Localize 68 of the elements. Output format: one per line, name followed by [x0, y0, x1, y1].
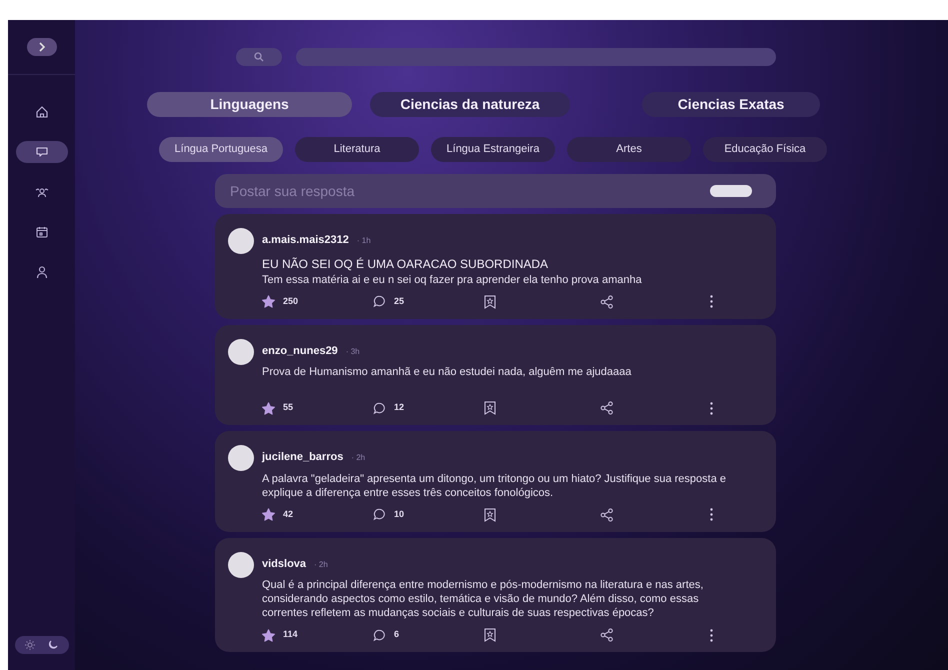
search-icon	[254, 52, 264, 62]
star-icon[interactable]	[262, 508, 275, 521]
star-icon[interactable]	[262, 295, 275, 308]
star-count: 55	[283, 401, 294, 414]
comment-count: 6	[394, 628, 400, 642]
subject-chip[interactable]: Educação Física	[703, 137, 827, 162]
theme-toggle[interactable]	[14, 636, 68, 654]
category-tab[interactable]: Ciencias Exatas	[642, 92, 820, 117]
chevron-right-icon	[38, 42, 46, 52]
comment-icon[interactable]	[373, 402, 386, 414]
bookmark-icon[interactable]	[484, 508, 496, 522]
comment-icon[interactable]	[373, 508, 386, 521]
chat-bubble-icon	[34, 145, 48, 159]
avatar	[228, 552, 254, 578]
share-icon[interactable]	[600, 628, 614, 642]
avatar	[228, 338, 254, 364]
post-body: Qual é a principal diferença entre modernismo e pós-modernismo na literatura e nas artes, considerando aspectos como estilo, temática e visão de mundo? Além disso, como essas correntes refletem as mudanças sociais e culturais de suas respectivas épocas?	[262, 578, 704, 620]
star-icon[interactable]	[262, 402, 275, 414]
more-icon[interactable]	[710, 508, 713, 521]
post-time: · 1h	[356, 235, 371, 247]
username[interactable]: jucilene_barros	[262, 449, 344, 466]
comment-count: 10	[394, 508, 404, 521]
comment-icon[interactable]	[373, 295, 386, 308]
username[interactable]: enzo_nunes29	[262, 342, 338, 359]
comment-count: 12	[394, 401, 404, 414]
post-time: · 3h	[346, 346, 360, 358]
bookmark-icon[interactable]	[484, 294, 496, 308]
subject-chip[interactable]: Língua Estrangeira	[431, 137, 555, 162]
more-icon[interactable]	[710, 628, 713, 642]
star-count: 42	[283, 508, 294, 521]
person-icon	[34, 265, 48, 279]
post-time: · 2h	[314, 558, 328, 570]
comment-icon[interactable]	[373, 628, 386, 642]
post-toggle[interactable]	[710, 185, 752, 197]
search-field[interactable]	[296, 48, 776, 66]
more-icon[interactable]	[710, 295, 713, 308]
post-body: A palavra "geladeira" apresenta um ditongo, um tritongo ou um hiato? Justifique sua resposta e explique a diferença entre esses três conceitos fonológicos.	[262, 472, 727, 500]
bookmark-icon[interactable]	[484, 401, 496, 415]
post-body: Tem essa matéria ai e eu n sei oq fazer pra aprender ela tenho prova amanha	[262, 272, 643, 286]
comment-count: 25	[394, 294, 404, 308]
category-tab[interactable]: Linguagens	[147, 92, 352, 117]
calendar-icon	[34, 225, 48, 239]
expand-button[interactable]	[26, 38, 56, 56]
sun-icon	[25, 640, 35, 650]
home-icon	[34, 105, 48, 119]
search-button[interactable]	[236, 48, 282, 66]
category-tab[interactable]: Ciencias da natureza	[370, 92, 570, 117]
sidebar-item[interactable]	[16, 141, 68, 163]
subject-chip[interactable]: Língua Portuguesa	[159, 137, 283, 162]
star-icon[interactable]	[262, 628, 275, 642]
star-count: 114	[283, 628, 298, 642]
post-title: EU NÃO SEI OQ É UMA OARACAO SUBORDINADA	[262, 256, 550, 272]
username[interactable]: vidslova	[262, 556, 306, 572]
avatar	[228, 445, 254, 471]
share-icon[interactable]	[600, 294, 614, 308]
moon-icon	[48, 640, 58, 650]
subject-chip[interactable]: Literatura	[295, 137, 419, 162]
more-icon[interactable]	[710, 402, 713, 414]
composer-placeholder: Postar sua resposta	[230, 182, 356, 201]
share-icon[interactable]	[600, 401, 614, 415]
star-count: 250	[283, 294, 298, 308]
avatar	[228, 228, 254, 254]
share-icon[interactable]	[600, 508, 614, 522]
bookmark-icon[interactable]	[484, 628, 496, 642]
username[interactable]: a.mais.mais2312	[262, 232, 349, 248]
post-body: Prova de Humanismo amanhã e eu não estudei nada, alguêm me ajudaaaa	[262, 365, 632, 380]
post-time: · 2h	[351, 452, 366, 464]
subject-chip[interactable]: Artes	[567, 137, 691, 162]
